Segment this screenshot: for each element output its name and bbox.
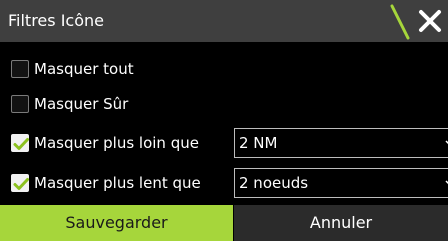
icon-filters-dialog: Filtres Icône Masquer tout Masquer Sûr M… [0, 0, 448, 241]
hide-slower-label: Masquer plus lent que [34, 174, 201, 192]
option-row-hide-safe: Masquer Sûr [0, 90, 448, 118]
hide-safe-checkbox[interactable] [11, 95, 29, 113]
hide-farther-label: Masquer plus loin que [34, 134, 199, 152]
hide-farther-checkbox[interactable] [11, 134, 29, 152]
option-row-hide-slower: Masquer plus lent que 2 noeuds [0, 167, 448, 199]
dialog-title: Filtres Icône [8, 11, 104, 30]
save-button[interactable]: Sauvegarder [0, 205, 233, 241]
hide-all-checkbox[interactable] [11, 60, 29, 78]
cancel-button[interactable]: Annuler [234, 205, 448, 241]
speed-select[interactable]: 2 noeuds [234, 168, 448, 198]
distance-select-value: 2 NM [239, 134, 278, 152]
title-bar: Filtres Icône [0, 0, 448, 42]
distance-select[interactable]: 2 NM [234, 128, 448, 158]
hide-safe-label: Masquer Sûr [34, 95, 129, 113]
hide-slower-checkbox[interactable] [11, 174, 29, 192]
checkmark-icon [13, 138, 29, 150]
speed-select-value: 2 noeuds [239, 174, 309, 192]
close-button[interactable] [412, 0, 448, 42]
option-row-hide-all: Masquer tout [0, 55, 448, 83]
accent-slash-icon [390, 4, 410, 40]
close-icon [419, 10, 441, 32]
option-row-hide-farther: Masquer plus loin que 2 NM [0, 127, 448, 159]
hide-all-label: Masquer tout [34, 60, 134, 78]
checkmark-icon [13, 178, 29, 190]
